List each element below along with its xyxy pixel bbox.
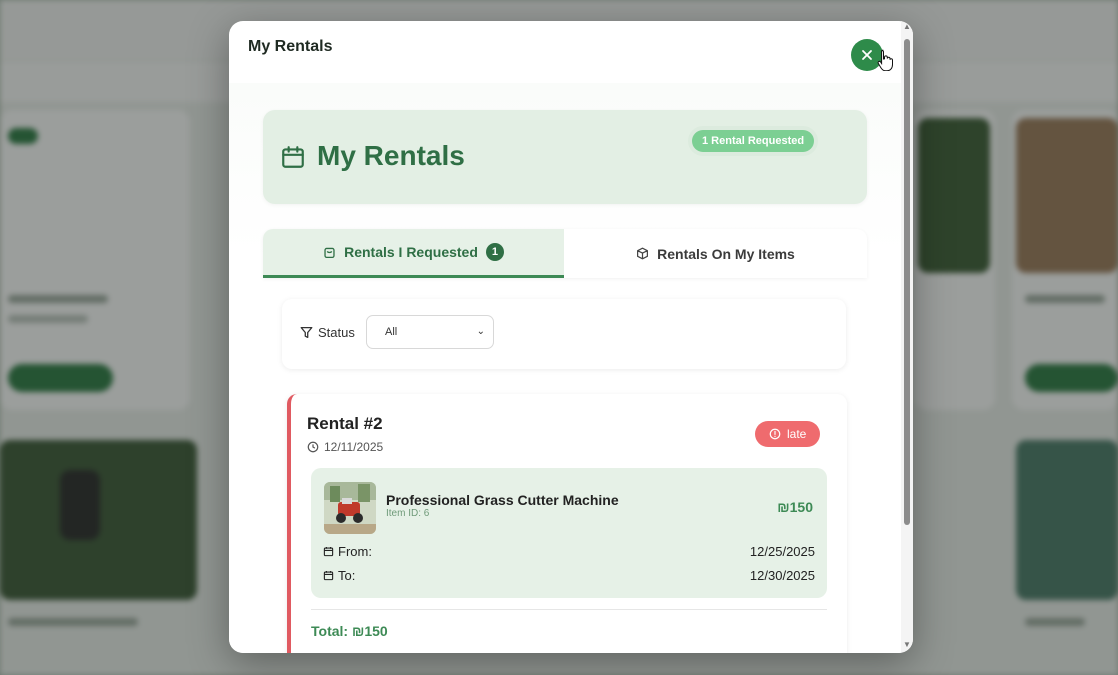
to-date: 12/30/2025 bbox=[749, 568, 815, 583]
clock-icon bbox=[307, 441, 319, 453]
status-badge: late bbox=[755, 421, 821, 447]
scroll-down-icon[interactable]: ▼ bbox=[903, 641, 911, 649]
modal-scrollbar[interactable]: ▲ ▼ bbox=[901, 21, 913, 653]
tab-rentals-on-my-items[interactable]: Rentals On My Items bbox=[564, 229, 867, 278]
hero-title: My Rentals bbox=[317, 140, 465, 171]
tab-rentals-on-my-items-label: Rentals On My Items bbox=[657, 245, 795, 262]
item-price: ₪150 bbox=[777, 499, 813, 515]
rental-from-row: From: 12/25/2025 bbox=[323, 544, 815, 559]
status-filter-label: Status bbox=[318, 325, 355, 340]
status-select-value: All bbox=[385, 326, 398, 338]
close-icon bbox=[862, 50, 872, 60]
status-select[interactable]: All ⌄ bbox=[366, 315, 494, 349]
divider bbox=[311, 609, 827, 610]
rentals-hero: My Rentals 1 Rental Requested bbox=[263, 110, 867, 204]
status-filter-label-group: Status bbox=[300, 325, 355, 340]
box-icon bbox=[637, 247, 649, 260]
filter-icon bbox=[300, 326, 313, 339]
chevron-down-icon: ⌄ bbox=[476, 326, 485, 337]
hand-cursor-icon bbox=[877, 49, 893, 71]
status-badge-label: late bbox=[787, 427, 807, 441]
item-name: Professional Grass Cutter Machine bbox=[386, 492, 619, 508]
modal-title: My Rentals bbox=[248, 38, 333, 55]
modal-content: My Rentals 1 Rental Requested Rentals I … bbox=[229, 83, 901, 653]
modal-header: My Rentals bbox=[229, 21, 901, 83]
item-id: Item ID: 6 bbox=[386, 508, 430, 519]
calendar-icon bbox=[323, 571, 334, 581]
rentals-modal: My Rentals ▲ ▼ My Rentals 1 Rental Reque… bbox=[229, 21, 913, 653]
requested-count-badge: 1 Rental Requested bbox=[692, 130, 815, 152]
rental-total: Total: ₪150 bbox=[311, 623, 388, 639]
from-date: 12/25/2025 bbox=[749, 544, 815, 559]
from-label: From: bbox=[338, 544, 372, 559]
tab-count-badge: 1 bbox=[485, 243, 504, 261]
alert-icon bbox=[769, 428, 781, 440]
scroll-up-icon[interactable]: ▲ bbox=[903, 23, 911, 31]
rental-to-row: To: 12/30/2025 bbox=[323, 568, 815, 583]
tab-rentals-requested[interactable]: Rentals I Requested 1 bbox=[263, 229, 564, 278]
rental-card: Rental #2 12/11/2025 late Professional G… bbox=[287, 394, 847, 653]
grass-cutter-image bbox=[324, 482, 376, 534]
item-thumbnail[interactable] bbox=[324, 482, 376, 534]
rental-title: Rental #2 bbox=[307, 414, 383, 433]
calendar-icon bbox=[323, 547, 334, 557]
rental-date-value: 12/11/2025 bbox=[324, 440, 384, 454]
rental-item: Professional Grass Cutter Machine Item I… bbox=[311, 468, 827, 598]
rental-tabs: Rentals I Requested 1 Rentals On My Item… bbox=[263, 229, 867, 278]
calendar-icon bbox=[282, 146, 304, 168]
to-label: To: bbox=[338, 568, 356, 583]
rental-date: 12/11/2025 bbox=[307, 440, 383, 454]
to-label-group: To: bbox=[323, 568, 355, 583]
bag-icon bbox=[324, 247, 335, 258]
scroll-thumb[interactable] bbox=[904, 39, 910, 525]
tab-rentals-requested-label: Rentals I Requested bbox=[344, 244, 478, 260]
status-filter: Status All ⌄ bbox=[282, 299, 846, 369]
from-label-group: From: bbox=[323, 544, 372, 559]
